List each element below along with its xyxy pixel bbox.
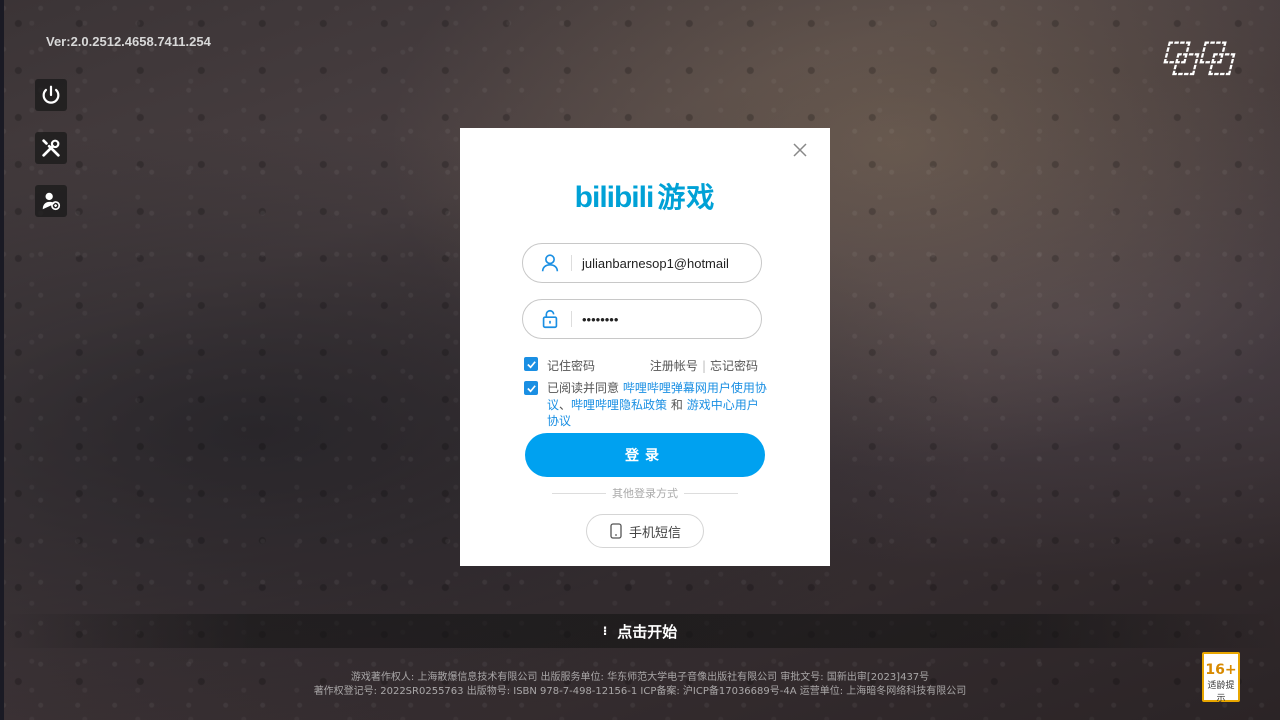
start-label: 点击开始 [617,622,678,641]
svg-text:⿻⿻: ⿻⿻ [1160,40,1236,80]
close-icon [793,143,807,157]
agree-prefix: 已阅读并同意 [547,381,620,395]
agree-and: 和 [670,397,683,412]
brand-main: bilibili [574,181,655,214]
bilibili-game-logo: bilibili 游戏 [460,176,830,216]
username-field[interactable]: julianbarnesop1@hotmail [522,243,762,283]
divider-line [552,492,606,494]
login-button[interactable]: 登录 [525,433,765,477]
link-separator: | [701,359,706,373]
tools-icon [42,139,60,157]
power-button[interactable] [35,79,67,111]
agreement-text: 已阅读并同意 哔哩哔哩弹幕网用户使用协议、哔哩哔哩隐私政策 和 游戏中心用户协议 [547,380,767,430]
remember-checkbox[interactable] [524,357,538,371]
login-dialog: bilibili 游戏 julianbarnesop1@hotmail •••••… [460,128,830,566]
user-switch-icon [42,192,61,211]
tap-to-start-bar[interactable]: ⁝ 点击开始 [0,614,1280,648]
field-separator [571,255,572,271]
lock-icon [539,308,561,330]
register-link[interactable]: 注册帐号 [650,359,698,373]
window-edge [0,0,4,720]
footer-line-2: 著作权登记号: 2022SR0255763 出版物号: ISBN 978-7-4… [313,686,967,697]
switch-account-button[interactable] [35,185,67,217]
brand-sub: 游戏 [657,182,716,213]
age-rating-badge[interactable]: 16+ 适龄提示 [1202,652,1240,704]
game-logo: ⿻⿻ [1146,34,1246,81]
other-methods-divider: 其他登录方式 [552,485,738,501]
username-value: julianbarnesop1@hotmail [582,255,729,271]
password-value: •••••••• [582,311,619,327]
remember-label: 记住密码 [547,359,596,373]
divider-line [684,492,738,494]
agree-separator: 、 [559,397,572,412]
power-icon [42,85,60,104]
close-button[interactable] [790,140,810,160]
check-icon [526,384,536,392]
dots-icon: ⁝ [602,624,608,638]
age-rating-label: 适龄提示 [1207,681,1235,704]
version-label: Ver:2.0.2512.4658.7411.254 [46,34,211,49]
age-rating-value: 16+ [1205,662,1237,678]
other-methods-label: 其他登录方式 [612,487,678,500]
account-links: 注册帐号 | 忘记密码 [650,357,758,374]
field-separator [571,311,572,327]
repair-tools-button[interactable] [35,132,67,164]
password-field[interactable]: •••••••• [522,299,762,339]
privacy-policy-link[interactable]: 哔哩哔哩隐私政策 [571,398,667,412]
forgot-password-link[interactable]: 忘记密码 [710,359,758,373]
sms-label: 手机短信 [628,525,681,541]
footer-line-1: 游戏著作权人: 上海散爆信息技术有限公司 出版服务单位: 华东师范大学电子音像出… [350,672,930,683]
agree-checkbox[interactable] [524,381,538,395]
check-icon [526,360,536,368]
phone-icon [610,523,622,539]
sms-login-button[interactable]: 手机短信 [586,514,704,548]
user-icon [539,252,561,274]
